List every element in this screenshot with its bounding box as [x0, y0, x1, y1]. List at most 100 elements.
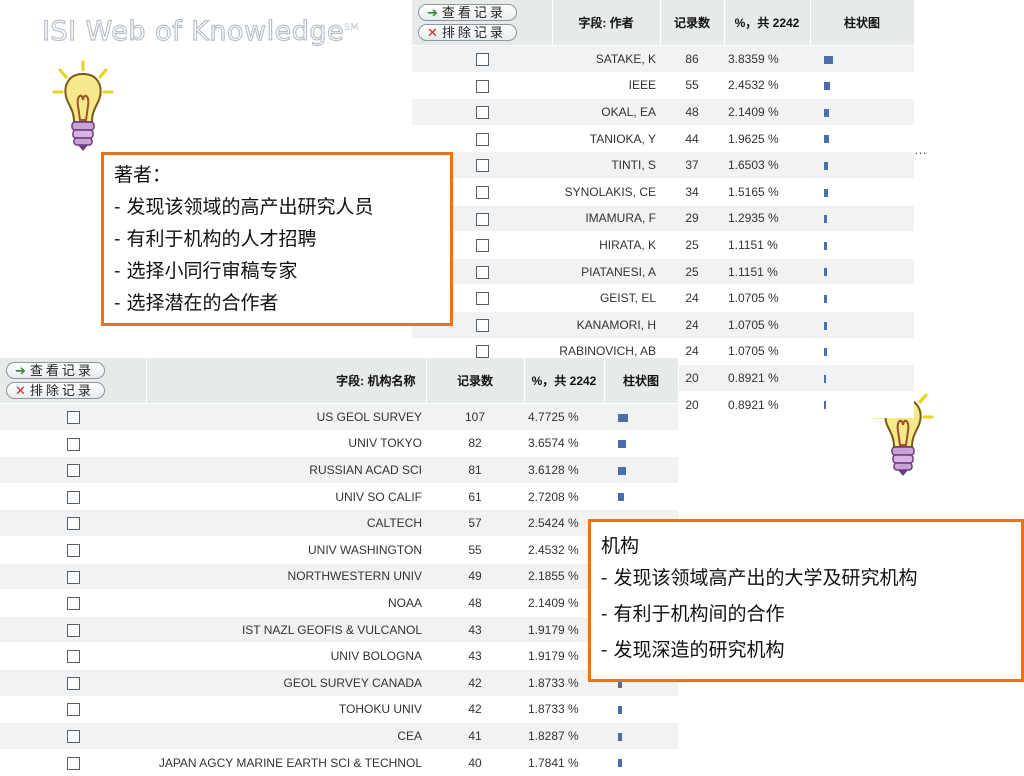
app-logo: ISI Web of KnowledgeSM: [41, 15, 359, 47]
table-row: HIRATA, K 25 1.1151 %: [412, 231, 914, 259]
row-name: US GEOL SURVEY: [146, 403, 426, 431]
row-checkbox-cell: [0, 563, 146, 591]
row-checkbox[interactable]: [66, 650, 80, 664]
row-percent: 1.2935 %: [724, 205, 810, 233]
row-record-count: 49: [426, 563, 524, 591]
row-checkbox[interactable]: [66, 464, 80, 478]
row-share-bar: [824, 135, 829, 144]
row-checkbox[interactable]: [66, 703, 80, 717]
author-note-line: - 发现该领域的高产出研究人员: [114, 196, 374, 218]
institutions-results-table: ➔ 查看记录 ✕ 排除记录 字段: 机构名称 记录数 %，共 2242 柱状图 US…: [0, 358, 679, 776]
row-record-count: 34: [660, 178, 724, 206]
row-name: GEIST, EL: [552, 284, 660, 312]
row-percent: 1.0705 %: [724, 311, 810, 339]
row-checkbox[interactable]: [66, 490, 80, 504]
row-record-count: 57: [426, 509, 524, 537]
row-share-bar: [824, 294, 827, 303]
chart-header: 柱状图: [810, 0, 915, 46]
row-name: IST NAZL GEOFIS & VULCANOL: [146, 616, 426, 644]
row-bar-cell: [810, 178, 914, 206]
row-record-count: 40: [426, 749, 524, 776]
table-row: TINTI, S 37 1.6503 %: [412, 151, 914, 179]
table-row: TOHOKU UNIV 42 1.8733 %: [0, 696, 678, 724]
row-checkbox[interactable]: [66, 623, 80, 637]
row-share-bar: [618, 440, 626, 449]
row-name: OKAL, EA: [552, 98, 660, 126]
row-share-bar: [618, 732, 622, 741]
row-checkbox-cell: [412, 125, 552, 153]
view-records-button[interactable]: ➔ 查看记录: [6, 362, 105, 379]
row-checkbox[interactable]: [475, 292, 489, 306]
exclude-records-button[interactable]: ✕ 排除记录: [418, 24, 517, 41]
view-records-button[interactable]: ➔ 查看记录: [418, 4, 517, 21]
row-checkbox[interactable]: [66, 570, 80, 584]
row-checkbox[interactable]: [475, 159, 489, 173]
row-checkbox[interactable]: [66, 676, 80, 690]
row-name: HIRATA, K: [552, 231, 660, 259]
row-checkbox-cell: [0, 696, 146, 724]
table-row: PIATANESI, A 25 1.1151 %: [412, 258, 914, 286]
row-checkbox[interactable]: [475, 106, 489, 120]
row-checkbox[interactable]: [66, 410, 80, 424]
row-record-count: 24: [660, 311, 724, 339]
row-share-bar: [824, 188, 828, 197]
row-checkbox[interactable]: [475, 132, 489, 146]
row-checkbox[interactable]: [475, 318, 489, 332]
row-checkbox[interactable]: [66, 543, 80, 557]
row-checkbox[interactable]: [475, 212, 489, 226]
row-percent: 1.9625 %: [724, 125, 810, 153]
row-share-bar: [824, 321, 827, 330]
row-percent: 1.7841 %: [524, 749, 604, 776]
author-note-title: 著者：: [114, 164, 172, 186]
percent-header: %，共 2242: [724, 0, 811, 46]
row-checkbox[interactable]: [66, 597, 80, 611]
row-checkbox-cell: [0, 403, 146, 431]
row-record-count: 25: [660, 258, 724, 286]
row-checkbox-cell: [412, 45, 552, 73]
row-name: UNIV TOKYO: [146, 430, 426, 458]
row-checkbox[interactable]: [66, 730, 80, 744]
row-checkbox[interactable]: [475, 52, 489, 66]
row-name: SYNOLAKIS, CE: [552, 178, 660, 206]
row-bar-cell: [604, 403, 678, 431]
row-checkbox[interactable]: [475, 185, 489, 199]
row-share-bar: [618, 759, 622, 768]
row-checkbox[interactable]: [475, 79, 489, 93]
exclude-records-button[interactable]: ✕ 排除记录: [6, 382, 105, 399]
author-note-line: - 有利于机构的人才招聘: [114, 228, 317, 250]
row-bar-cell: [810, 258, 914, 286]
row-percent: 0.8921 %: [724, 364, 810, 392]
row-record-count: 44: [660, 125, 724, 153]
row-record-count: 43: [426, 642, 524, 670]
row-checkbox[interactable]: [66, 517, 80, 531]
table-row: KANAMORI, H 24 1.0705 %: [412, 311, 914, 339]
row-checkbox[interactable]: [475, 345, 489, 359]
row-share-bar: [618, 493, 624, 502]
row-share-bar: [824, 108, 829, 117]
row-record-count: 25: [660, 231, 724, 259]
row-checkbox[interactable]: [475, 265, 489, 279]
row-percent: 1.8287 %: [524, 722, 604, 750]
x-icon: ✕: [15, 382, 26, 398]
row-bar-cell: [810, 98, 914, 126]
row-name: RUSSIAN ACAD SCI: [146, 456, 426, 484]
table-row: RUSSIAN ACAD SCI 81 3.6128 %: [0, 456, 678, 484]
row-name: NOAA: [146, 589, 426, 617]
row-name: IEEE: [552, 72, 660, 100]
row-share-bar: [824, 162, 828, 170]
percent-header: %，共 2242: [524, 358, 605, 404]
row-checkbox[interactable]: [475, 239, 489, 253]
row-percent: 1.6503 %: [724, 151, 810, 179]
row-percent: 2.4532 %: [724, 72, 810, 100]
table-row: GEIST, EL 24 1.0705 %: [412, 284, 914, 312]
view-records-label: 查看记录: [29, 362, 94, 378]
row-record-count: 42: [426, 669, 524, 697]
row-bar-cell: [604, 696, 678, 724]
row-checkbox[interactable]: [66, 437, 80, 451]
view-records-label: 查看记录: [441, 4, 506, 20]
row-bar-cell: [810, 72, 914, 100]
row-name: CEA: [146, 722, 426, 750]
row-percent: 2.7208 %: [524, 483, 604, 511]
table-row: CALTECH 57 2.5424 %: [0, 509, 678, 537]
chart-header: 柱状图: [604, 358, 679, 404]
